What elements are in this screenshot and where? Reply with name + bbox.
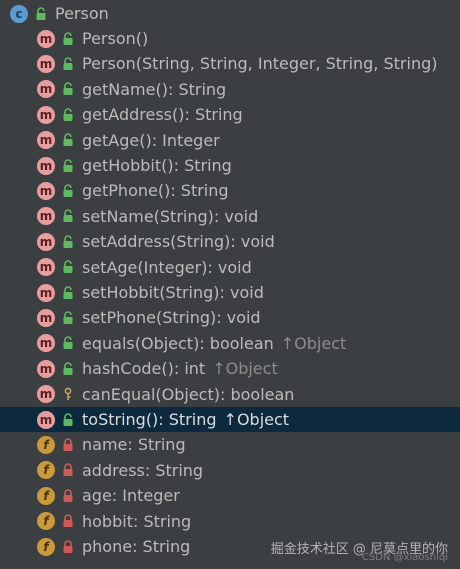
method-label: equals(Object): boolean — [82, 333, 274, 353]
field-f-icon: f — [37, 435, 55, 454]
method-m-icon: m — [37, 232, 55, 251]
public-lock-icon — [60, 56, 76, 72]
tree-row-method[interactable]: m getAddress(): String — [0, 102, 460, 127]
method-label: canEqual(Object): boolean — [82, 384, 295, 404]
watermark-sub: CSDN @xiaoshiqi — [361, 552, 448, 563]
method-label: setAddress(String): void — [82, 232, 275, 252]
public-lock-icon — [60, 361, 76, 377]
method-m-icon: m — [37, 156, 55, 175]
public-lock-icon — [60, 208, 76, 224]
method-m-icon: m — [37, 334, 55, 353]
public-lock-icon — [60, 335, 76, 351]
tree-row-field[interactable]: f name: String — [0, 432, 460, 457]
tree-row-method[interactable]: m equals(Object): boolean ↑Object — [0, 331, 460, 356]
method-label: getHobbit(): String — [82, 156, 232, 175]
tree-row-method[interactable]: m getName(): String — [0, 77, 460, 102]
field-f-icon: f — [37, 537, 55, 556]
tree-row-method[interactable]: m setAddress(String): void — [0, 229, 460, 254]
tree-row-method[interactable]: m hashCode(): int ↑Object — [0, 356, 460, 381]
structure-panel: c Person m Person() m Person(String, String… — [0, 0, 460, 569]
tree-row-method[interactable]: m Person() — [0, 26, 460, 51]
class-name: Person — [55, 4, 109, 23]
tree-row-method[interactable]: m setName(String): void — [0, 204, 460, 229]
public-lock-icon — [60, 412, 76, 428]
private-lock-icon — [60, 513, 76, 529]
tree-row-method[interactable]: m setAge(Integer): void — [0, 255, 460, 280]
public-lock-icon — [60, 31, 76, 47]
method-m-icon: m — [37, 410, 55, 429]
tree-row-method[interactable]: m getHobbit(): String — [0, 153, 460, 178]
method-m-icon: m — [37, 207, 55, 226]
field-f-icon: f — [37, 486, 55, 505]
method-label: setHobbit(String): void — [82, 283, 264, 302]
field-f-icon: f — [37, 461, 55, 480]
field-label: address: String — [82, 460, 204, 480]
public-lock-icon — [33, 6, 49, 22]
private-lock-icon — [60, 539, 76, 555]
private-lock-icon — [60, 437, 76, 453]
method-m-icon: m — [37, 283, 55, 302]
private-lock-icon — [60, 462, 76, 478]
method-label: getAddress(): String — [82, 105, 243, 125]
method-label: getAge(): Integer — [82, 130, 220, 150]
tree-row-field[interactable]: f address: String — [0, 458, 460, 483]
watermark: 掘金技术社区 @ 尼莫点里的你 CSDN @xiaoshiqi — [271, 538, 448, 563]
public-lock-icon — [60, 234, 76, 250]
inherited-from-label: ↑Object — [212, 359, 278, 379]
method-m-icon: m — [37, 181, 55, 200]
method-label: hashCode(): int — [82, 359, 206, 379]
public-lock-icon — [60, 285, 76, 301]
method-m-icon: m — [37, 308, 55, 327]
method-label: Person() — [82, 29, 149, 48]
inherited-from-label: ↑Object — [280, 333, 347, 353]
public-lock-icon — [60, 107, 76, 123]
field-f-icon: f — [37, 512, 55, 531]
method-m-icon: m — [37, 54, 55, 73]
tree-row-field[interactable]: f hobbit: String — [0, 509, 460, 534]
method-m-icon: m — [37, 105, 55, 124]
private-lock-icon — [60, 488, 76, 504]
tree-row-method[interactable]: m setHobbit(String): void — [0, 280, 460, 305]
inherited-from-label: ↑Object — [223, 410, 290, 429]
method-label: toString(): String — [82, 410, 217, 429]
method-label: getPhone(): String — [82, 181, 229, 201]
field-label: age: Integer — [82, 486, 180, 506]
field-label: phone: String — [82, 537, 191, 556]
tree-row-method[interactable]: m Person(String, String, Integer, String,… — [0, 51, 460, 76]
method-label: getName(): String — [82, 79, 227, 99]
public-lock-icon — [60, 158, 76, 174]
protected-key-icon — [60, 386, 76, 402]
tree-row-method[interactable]: m getPhone(): String — [0, 178, 460, 203]
field-label: hobbit: String — [82, 511, 192, 531]
public-lock-icon — [60, 259, 76, 275]
method-label: setAge(Integer): void — [82, 257, 252, 277]
method-m-icon: m — [37, 131, 55, 150]
tree-row-method[interactable]: m setPhone(String): void — [0, 305, 460, 330]
public-lock-icon — [60, 132, 76, 148]
method-m-icon: m — [37, 80, 55, 99]
method-m-icon: m — [37, 359, 55, 378]
tree-row-method[interactable]: m canEqual(Object): boolean — [0, 382, 460, 407]
method-m-icon: m — [37, 29, 55, 48]
tree-row-class[interactable]: c Person — [0, 1, 460, 26]
class-c-icon: c — [10, 4, 28, 23]
public-lock-icon — [60, 183, 76, 199]
tree-row-field[interactable]: f age: Integer — [0, 483, 460, 508]
method-m-icon: m — [37, 385, 55, 404]
method-m-icon: m — [37, 258, 55, 277]
method-label: setName(String): void — [82, 206, 259, 226]
tree-row-method[interactable]: m getAge(): Integer — [0, 128, 460, 153]
method-label: setPhone(String): void — [82, 308, 261, 328]
tree-row-method[interactable]: m toString(): String ↑Object — [0, 407, 460, 432]
public-lock-icon — [60, 81, 76, 97]
method-label: Person(String, String, Integer, String, … — [82, 54, 438, 74]
public-lock-icon — [60, 310, 76, 326]
field-label: name: String — [82, 435, 186, 455]
